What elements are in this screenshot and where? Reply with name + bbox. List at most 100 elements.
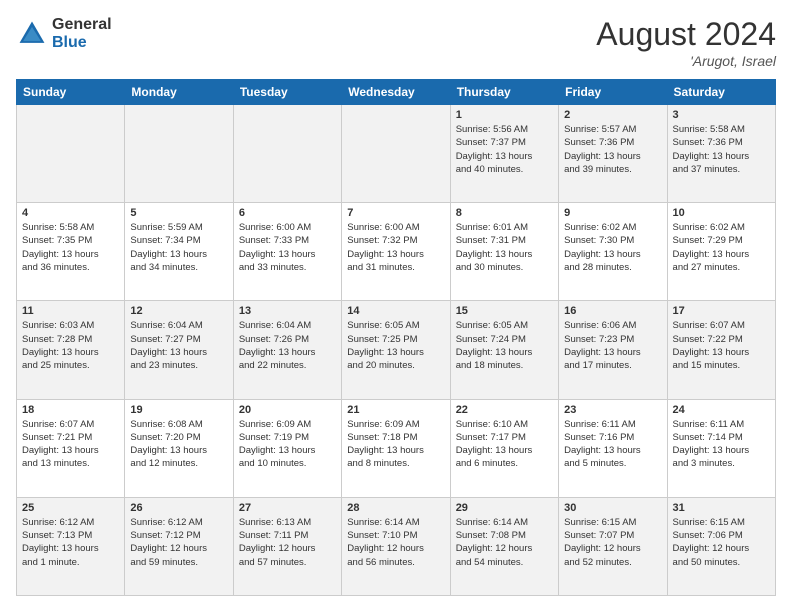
day-info: Sunrise: 6:12 AM Sunset: 7:12 PM Dayligh… — [130, 516, 227, 569]
page: General Blue August 2024 'Arugot, Israel… — [0, 0, 792, 612]
day-number: 9 — [564, 207, 661, 219]
calendar-cell: 15 Sunrise: 6:05 AM Sunset: 7:24 PM Dayli… — [450, 301, 558, 399]
day-info: Sunrise: 6:14 AM Sunset: 7:08 PM Dayligh… — [456, 516, 553, 569]
header-friday: Friday — [559, 80, 667, 105]
calendar-cell: 30Sunrise: 6:15 AM Sunset: 7:07 PM Dayli… — [559, 497, 667, 595]
day-info: Sunrise: 6:06 AM Sunset: 7:23 PM Dayligh… — [564, 319, 661, 372]
day-number: 15 — [456, 305, 553, 317]
calendar-cell: 7Sunrise: 6:00 AM Sunset: 7:32 PM Daylig… — [342, 203, 450, 301]
day-info: Sunrise: 6:05 AM Sunset: 7:25 PM Dayligh… — [347, 319, 444, 372]
calendar-cell — [17, 105, 125, 203]
day-info: Sunrise: 6:15 AM Sunset: 7:06 PM Dayligh… — [673, 516, 770, 569]
calendar-cell: 4 Sunrise: 5:58 AM Sunset: 7:35 PM Daylig… — [17, 203, 125, 301]
logo: General Blue — [16, 16, 112, 51]
calendar-cell: 12 Sunrise: 6:04 AM Sunset: 7:27 PM Dayli… — [125, 301, 233, 399]
day-info: Sunrise: 6:09 AM Sunset: 7:18 PM Dayligh… — [347, 418, 444, 471]
title-block: August 2024 'Arugot, Israel — [596, 16, 776, 69]
day-number: 6 — [239, 207, 336, 219]
calendar-cell: 28 Sunrise: 6:14 AM Sunset: 7:10 PM Dayli… — [342, 497, 450, 595]
calendar-cell: 27Sunrise: 6:13 AM Sunset: 7:11 PM Dayli… — [233, 497, 341, 595]
day-number: 30 — [564, 502, 661, 514]
day-info: Sunrise: 5:56 AM Sunset: 7:37 PM Dayligh… — [456, 123, 553, 176]
calendar-cell: 13 Sunrise: 6:04 AM Sunset: 7:26 PM Dayli… — [233, 301, 341, 399]
calendar-cell: 19 Sunrise: 6:08 AM Sunset: 7:20 PM Dayli… — [125, 399, 233, 497]
day-number: 13 — [239, 305, 336, 317]
day-info: Sunrise: 6:01 AM Sunset: 7:31 PM Dayligh… — [456, 221, 553, 274]
day-info: Sunrise: 6:13 AM Sunset: 7:11 PM Dayligh… — [239, 516, 336, 569]
day-number: 26 — [130, 502, 227, 514]
calendar-week-row: 4 Sunrise: 5:58 AM Sunset: 7:35 PM Daylig… — [17, 203, 776, 301]
day-info: Sunrise: 6:11 AM Sunset: 7:16 PM Dayligh… — [564, 418, 661, 471]
calendar-week-row: 18 Sunrise: 6:07 AM Sunset: 7:21 PM Dayli… — [17, 399, 776, 497]
month-year: August 2024 — [596, 16, 776, 53]
calendar-cell: 3 Sunrise: 5:58 AM Sunset: 7:36 PM Daylig… — [667, 105, 775, 203]
day-number: 20 — [239, 404, 336, 416]
calendar-cell: 5 Sunrise: 5:59 AM Sunset: 7:34 PM Daylig… — [125, 203, 233, 301]
day-number: 3 — [673, 109, 770, 121]
day-info: Sunrise: 6:11 AM Sunset: 7:14 PM Dayligh… — [673, 418, 770, 471]
calendar-cell: 21Sunrise: 6:09 AM Sunset: 7:18 PM Dayli… — [342, 399, 450, 497]
calendar-cell: 25 Sunrise: 6:12 AM Sunset: 7:13 PM Dayli… — [17, 497, 125, 595]
day-info: Sunrise: 5:57 AM Sunset: 7:36 PM Dayligh… — [564, 123, 661, 176]
weekday-header-row: Sunday Monday Tuesday Wednesday Thursday… — [17, 80, 776, 105]
calendar-cell: 9 Sunrise: 6:02 AM Sunset: 7:30 PM Daylig… — [559, 203, 667, 301]
day-info: Sunrise: 6:04 AM Sunset: 7:27 PM Dayligh… — [130, 319, 227, 372]
day-info: Sunrise: 6:03 AM Sunset: 7:28 PM Dayligh… — [22, 319, 119, 372]
day-info: Sunrise: 5:58 AM Sunset: 7:36 PM Dayligh… — [673, 123, 770, 176]
day-info: Sunrise: 6:07 AM Sunset: 7:22 PM Dayligh… — [673, 319, 770, 372]
calendar-cell: 2 Sunrise: 5:57 AM Sunset: 7:36 PM Daylig… — [559, 105, 667, 203]
day-number: 10 — [673, 207, 770, 219]
calendar-cell: 10Sunrise: 6:02 AM Sunset: 7:29 PM Dayli… — [667, 203, 775, 301]
day-number: 16 — [564, 305, 661, 317]
day-number: 14 — [347, 305, 444, 317]
day-number: 2 — [564, 109, 661, 121]
day-info: Sunrise: 6:02 AM Sunset: 7:30 PM Dayligh… — [564, 221, 661, 274]
day-info: Sunrise: 6:00 AM Sunset: 7:33 PM Dayligh… — [239, 221, 336, 274]
day-number: 12 — [130, 305, 227, 317]
day-number: 4 — [22, 207, 119, 219]
day-number: 11 — [22, 305, 119, 317]
calendar-week-row: 25 Sunrise: 6:12 AM Sunset: 7:13 PM Dayli… — [17, 497, 776, 595]
day-number: 5 — [130, 207, 227, 219]
calendar-cell: 26 Sunrise: 6:12 AM Sunset: 7:12 PM Dayli… — [125, 497, 233, 595]
day-number: 19 — [130, 404, 227, 416]
logo-text: General Blue — [52, 16, 112, 51]
calendar-cell: 18 Sunrise: 6:07 AM Sunset: 7:21 PM Dayli… — [17, 399, 125, 497]
calendar-cell — [342, 105, 450, 203]
calendar-cell: 17 Sunrise: 6:07 AM Sunset: 7:22 PM Dayli… — [667, 301, 775, 399]
day-info: Sunrise: 6:08 AM Sunset: 7:20 PM Dayligh… — [130, 418, 227, 471]
calendar-week-row: 11 Sunrise: 6:03 AM Sunset: 7:28 PM Dayli… — [17, 301, 776, 399]
day-info: Sunrise: 6:04 AM Sunset: 7:26 PM Dayligh… — [239, 319, 336, 372]
calendar-cell: 29 Sunrise: 6:14 AM Sunset: 7:08 PM Dayli… — [450, 497, 558, 595]
day-number: 8 — [456, 207, 553, 219]
header-thursday: Thursday — [450, 80, 558, 105]
header-sunday: Sunday — [17, 80, 125, 105]
header-saturday: Saturday — [667, 80, 775, 105]
day-info: Sunrise: 6:14 AM Sunset: 7:10 PM Dayligh… — [347, 516, 444, 569]
day-number: 1 — [456, 109, 553, 121]
logo-blue: Blue — [52, 34, 112, 52]
day-info: Sunrise: 6:10 AM Sunset: 7:17 PM Dayligh… — [456, 418, 553, 471]
day-number: 28 — [347, 502, 444, 514]
header-tuesday: Tuesday — [233, 80, 341, 105]
header-monday: Monday — [125, 80, 233, 105]
logo-icon — [16, 18, 48, 50]
day-number: 31 — [673, 502, 770, 514]
day-number: 18 — [22, 404, 119, 416]
day-info: Sunrise: 6:05 AM Sunset: 7:24 PM Dayligh… — [456, 319, 553, 372]
day-info: Sunrise: 6:00 AM Sunset: 7:32 PM Dayligh… — [347, 221, 444, 274]
day-number: 23 — [564, 404, 661, 416]
calendar-cell: 20Sunrise: 6:09 AM Sunset: 7:19 PM Dayli… — [233, 399, 341, 497]
day-info: Sunrise: 6:07 AM Sunset: 7:21 PM Dayligh… — [22, 418, 119, 471]
logo-general: General — [52, 16, 112, 34]
day-info: Sunrise: 5:59 AM Sunset: 7:34 PM Dayligh… — [130, 221, 227, 274]
calendar-week-row: 1 Sunrise: 5:56 AM Sunset: 7:37 PM Daylig… — [17, 105, 776, 203]
day-info: Sunrise: 6:12 AM Sunset: 7:13 PM Dayligh… — [22, 516, 119, 569]
calendar-cell — [233, 105, 341, 203]
calendar-table: Sunday Monday Tuesday Wednesday Thursday… — [16, 79, 776, 596]
day-number: 17 — [673, 305, 770, 317]
day-number: 29 — [456, 502, 553, 514]
calendar-cell: 16 Sunrise: 6:06 AM Sunset: 7:23 PM Dayli… — [559, 301, 667, 399]
day-number: 25 — [22, 502, 119, 514]
day-info: Sunrise: 5:58 AM Sunset: 7:35 PM Dayligh… — [22, 221, 119, 274]
